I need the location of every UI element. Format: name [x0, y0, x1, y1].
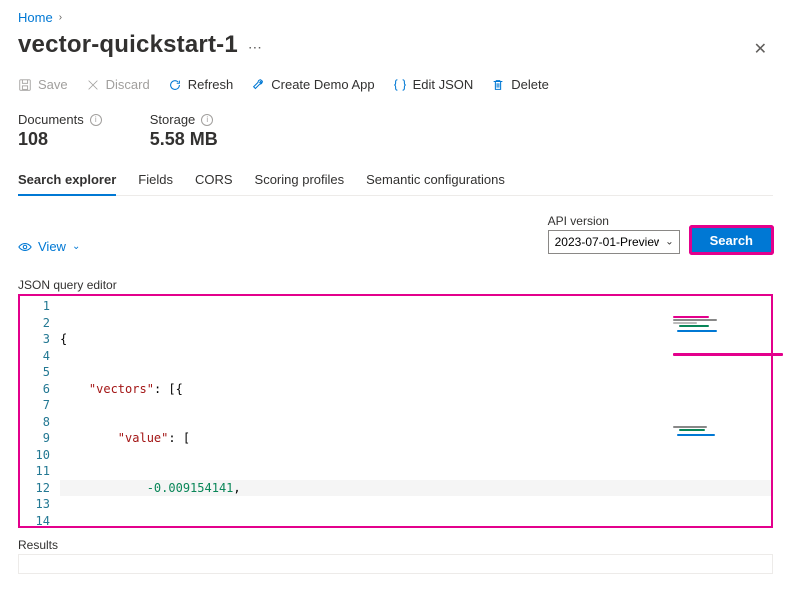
view-dropdown[interactable]: View ⌄ [18, 239, 80, 254]
results-label: Results [18, 538, 773, 552]
code-area[interactable]: { "vectors": [{ "value": [ -0.009154141,… [60, 296, 771, 526]
save-button: Save [18, 77, 68, 92]
breadcrumb: Home › [18, 8, 773, 29]
braces-icon [393, 78, 407, 92]
chevron-right-icon: › [59, 12, 62, 23]
line-gutter: 1234 5678 9101112 1314 [20, 296, 60, 526]
refresh-icon [168, 78, 182, 92]
discard-icon [86, 78, 100, 92]
tab-cors[interactable]: CORS [195, 164, 233, 195]
results-box [18, 554, 773, 574]
breadcrumb-home[interactable]: Home [18, 10, 53, 25]
documents-stat: Documents i 108 [18, 112, 102, 150]
search-button[interactable]: Search [690, 226, 773, 254]
eye-icon [18, 240, 32, 254]
storage-stat: Storage i 5.58 MB [150, 112, 218, 150]
delete-button[interactable]: Delete [491, 77, 549, 92]
refresh-button[interactable]: Refresh [168, 77, 234, 92]
json-editor-label: JSON query editor [18, 278, 773, 292]
wrench-icon [251, 78, 265, 92]
documents-value: 108 [18, 129, 102, 150]
json-query-editor[interactable]: 1234 5678 9101112 1314 { "vectors": [{ "… [18, 294, 773, 528]
tab-semantic-configs[interactable]: Semantic configurations [366, 164, 505, 195]
close-icon[interactable]: ✕ [748, 35, 773, 63]
api-version-label: API version [548, 214, 680, 228]
edit-json-button[interactable]: Edit JSON [393, 77, 474, 92]
info-icon[interactable]: i [90, 114, 102, 126]
tabs: Search explorer Fields CORS Scoring prof… [18, 164, 773, 196]
tab-fields[interactable]: Fields [138, 164, 173, 195]
chevron-down-icon: ⌄ [72, 241, 80, 252]
create-demo-app-button[interactable]: Create Demo App [251, 77, 374, 92]
toolbar: Save Discard Refresh Create Demo App Edi… [18, 69, 773, 100]
discard-button: Discard [86, 77, 150, 92]
page-title: vector-quickstart-1 [18, 31, 238, 59]
storage-value: 5.58 MB [150, 129, 218, 150]
tab-scoring-profiles[interactable]: Scoring profiles [255, 164, 345, 195]
save-icon [18, 78, 32, 92]
api-version-select[interactable] [548, 230, 680, 254]
info-icon[interactable]: i [201, 114, 213, 126]
tab-search-explorer[interactable]: Search explorer [18, 164, 116, 195]
more-actions-icon[interactable]: ⋯ [248, 39, 262, 60]
trash-icon [491, 78, 505, 92]
